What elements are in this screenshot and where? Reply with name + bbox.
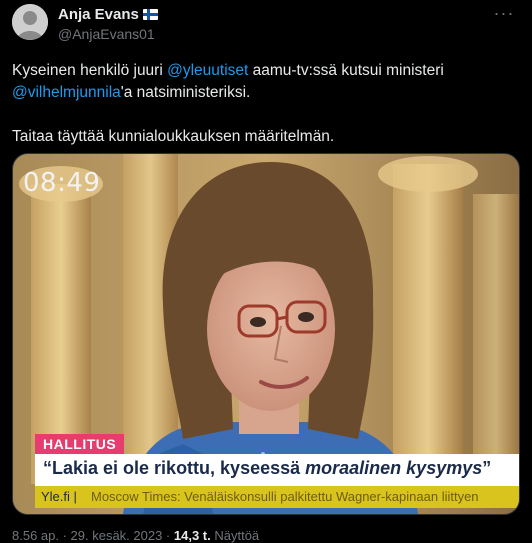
author-handle[interactable]: @AnjaEvans01: [58, 26, 158, 42]
tweet-timestamp[interactable]: 8.56 ap. · 29. kesäk. 2023 ·: [12, 528, 174, 543]
tweet-text-part: Kyseinen henkilö juuri: [12, 62, 168, 79]
news-ticker: Yle.fi | Moscow Times: Venäläiskonsulli …: [35, 486, 519, 508]
headline-text: “Lakia ei ole rikottu, kyseessä moraalin…: [43, 458, 492, 478]
view-count-label: Näyttöä: [210, 528, 260, 543]
tweet-meta: 8.56 ap. · 29. kesäk. 2023 · 14,3 t. Näy…: [12, 528, 259, 543]
tv-clock: 08:49: [23, 168, 101, 198]
ticker-source: Yle.fi |: [41, 489, 77, 504]
tweet-text-part: aamu-tv:ssä kutsui ministeri: [248, 62, 444, 79]
mention-link-yleuutiset[interactable]: @yleuutiset: [167, 62, 248, 79]
headline-bar: “Lakia ei ole rikottu, kyseessä moraalin…: [35, 454, 519, 486]
tweet-paragraph-2: Taitaa täyttää kunnialoukkauksen määrite…: [12, 128, 335, 145]
tweet: Anja Evans @AnjaEvans01 ··· Kyseinen hen…: [0, 0, 532, 543]
tweet-text: Kyseinen henkilö juuri @yleuutiset aamu-…: [12, 60, 517, 148]
ticker-text: Moscow Times: Venäläiskonsulli palkitett…: [91, 489, 479, 504]
more-options-icon[interactable]: ···: [492, 4, 516, 24]
mention-link-vilhelmjunnila[interactable]: @vilhelmjunnila: [12, 84, 121, 101]
news-tag: HALLITUS: [35, 434, 125, 454]
tweet-text-part: 'a natsiministeriksi.: [120, 84, 251, 101]
finland-flag-icon: [142, 9, 158, 20]
author-name[interactable]: Anja Evans: [58, 6, 158, 23]
tweet-media-photo[interactable]: 08:49 HALLITUS “Lakia ei ole rikottu, ky…: [12, 153, 520, 515]
tweet-paragraph-1: Kyseinen henkilö juuri @yleuutiset aamu-…: [12, 60, 517, 104]
view-count: 14,3 t.: [173, 528, 211, 543]
avatar[interactable]: [12, 4, 48, 40]
author: Anja Evans @AnjaEvans01: [58, 6, 158, 42]
